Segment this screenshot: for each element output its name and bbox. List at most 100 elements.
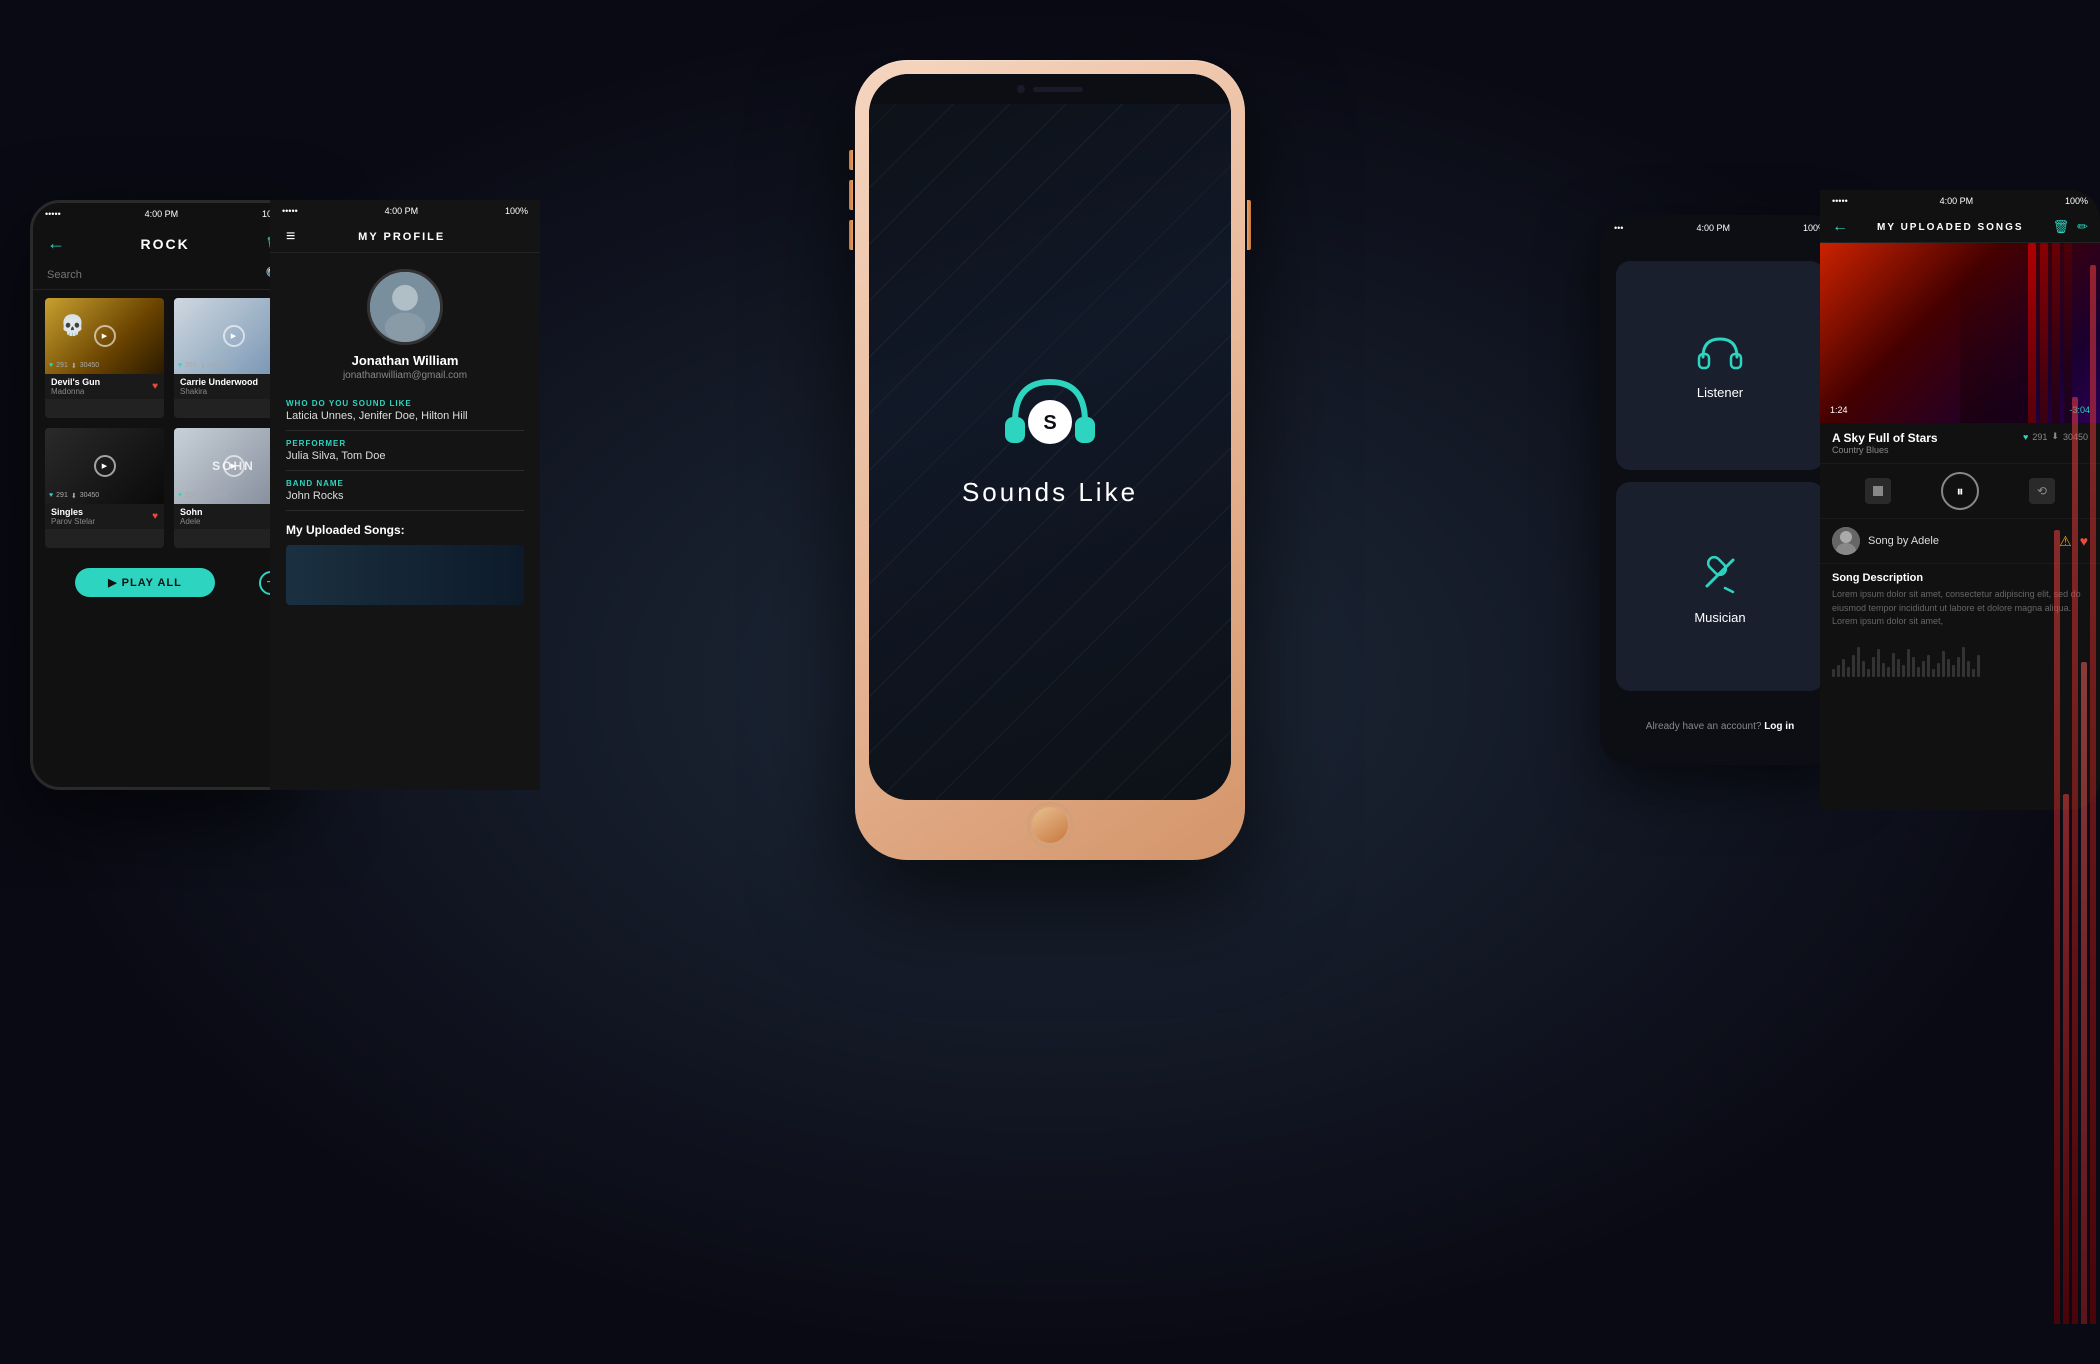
field-performer-label: PERFORMER (286, 439, 524, 448)
waveform-bar (1897, 659, 1900, 677)
uploaded-songs-title: MY UPLOADED SONGS (1877, 222, 2024, 233)
uploaded-songs-label: My Uploaded Songs: (286, 523, 524, 537)
home-button-inner (1032, 807, 1068, 843)
artist-avatar (1832, 527, 1860, 555)
profile-avatar (367, 269, 443, 345)
profile-name: Jonathan William (352, 353, 459, 368)
profile-avatar-section: Jonathan William jonathanwilliam@gmail.c… (270, 253, 540, 393)
parov-cover: ▶ ♥291⬇30450 (45, 428, 164, 504)
heart-icon[interactable]: ♥ (152, 381, 158, 392)
heart-icon[interactable]: ♥ (152, 511, 158, 522)
play-overlay: ▶ (94, 455, 116, 477)
card-stats: ♥291⬇30450 (178, 362, 228, 370)
waveform-bar (1892, 653, 1895, 677)
waveform-bar (1927, 655, 1930, 677)
field-performer-value: Julia Silva, Tom Doe (286, 450, 524, 471)
waveform-bar (1857, 647, 1860, 677)
play-overlay: ▶ (223, 455, 245, 477)
song-title: Singles (51, 507, 95, 517)
song-genre-detail: Country Blues (1832, 445, 1938, 455)
search-input[interactable] (47, 269, 266, 281)
back-button-right[interactable]: ← (1832, 218, 1848, 236)
playlist-title: ROCK (140, 236, 189, 252)
field-band-label: BAND NAME (286, 479, 524, 488)
app-logo: S (995, 367, 1105, 457)
status-bar-profile: ••••• 4:00 PM 100% (270, 200, 540, 222)
song-name-detail: A Sky Full of Stars (1832, 431, 1938, 445)
waveform-bar (1847, 667, 1850, 677)
waveform-bar (1952, 665, 1955, 677)
status-time-profile: 4:00 PM (385, 206, 419, 216)
song-card-devils-gun[interactable]: ▶ ♥291⬇30450 Devil's Gun Madonna ♥ (45, 298, 164, 418)
waveform-bar (1842, 659, 1845, 677)
musician-label: Musician (1694, 610, 1745, 625)
home-button-area (869, 800, 1231, 850)
stop-button[interactable] (1865, 478, 1891, 504)
already-account-row: Already have an account? Log in (1600, 711, 1840, 742)
phone-camera-area (869, 74, 1231, 104)
waveform-bar (1912, 657, 1915, 677)
waveform-bar (1922, 661, 1925, 677)
field-band-value: John Rocks (286, 490, 524, 511)
waveform-bar (1907, 649, 1910, 677)
status-battery-profile: 100% (505, 206, 528, 216)
waveform-bar (1932, 669, 1935, 677)
status-time-roles: 4:00 PM (1696, 223, 1730, 233)
waveform-bar (1832, 669, 1835, 677)
waveform-bar (1917, 667, 1920, 677)
role-cards-container: Listener Musician (1600, 241, 1840, 711)
songs-preview (286, 545, 524, 605)
song-artist: Parov Stelar (51, 517, 95, 526)
logo-container: S Sounds Like (962, 367, 1138, 508)
waveform-bar (1902, 665, 1905, 677)
pause-button[interactable]: ⏸ (1941, 472, 1979, 510)
profile-fields: WHO DO YOU SOUND LIKE Laticia Unnes, Jen… (270, 399, 540, 511)
silent-switch[interactable] (849, 150, 853, 170)
volume-up-button[interactable] (849, 180, 853, 210)
song-card-singles[interactable]: ▶ ♥291⬇30450 Singles Parov Stelar ♥ (45, 428, 164, 548)
profile-email: jonathanwilliam@gmail.com (343, 370, 467, 381)
rock-header: ← ROCK 🗑 (33, 225, 297, 262)
volume-down-button[interactable] (849, 220, 853, 250)
already-account-text: Already have an account? (1646, 721, 1762, 732)
play-overlay: ▶ (94, 325, 116, 347)
song-title: Devil's Gun (51, 377, 100, 387)
waveform-bar (1937, 663, 1940, 677)
listener-label: Listener (1697, 385, 1743, 400)
power-button[interactable] (1247, 200, 1251, 250)
waveform-bar (1837, 665, 1840, 677)
far-right-decoration (2050, 0, 2100, 1364)
search-bar: 🔍 (33, 262, 297, 290)
waveform-bar (1887, 667, 1890, 677)
cover-time-left: 1:24 (1830, 405, 1848, 415)
waveform-bar (1967, 661, 1970, 677)
login-link[interactable]: Log in (1764, 721, 1794, 732)
musician-card[interactable]: Musician (1616, 482, 1824, 691)
waveform-bar (1882, 663, 1885, 677)
waveform-bar (1972, 669, 1975, 677)
status-dots-left: ••••• (45, 209, 61, 219)
waveform-bar (1947, 659, 1950, 677)
headphone-icon (1695, 331, 1745, 373)
waveform-bar (1877, 649, 1880, 677)
song-artist: Adele (180, 517, 203, 526)
status-dots-profile: ••••• (282, 206, 298, 216)
song-by-label: Song by Adele (1868, 535, 1939, 547)
devils-gun-cover: ▶ ♥291⬇30450 (45, 298, 164, 374)
uploaded-songs-section: My Uploaded Songs: (270, 511, 540, 613)
waveform-bar (1862, 661, 1865, 677)
waveform-bar (1872, 657, 1875, 677)
waveform-bar (1957, 657, 1960, 677)
waveform-bar (1942, 651, 1945, 677)
avatar-image (370, 269, 440, 345)
hamburger-menu[interactable]: ≡ (286, 228, 295, 246)
listener-card[interactable]: Listener (1616, 261, 1824, 470)
home-button[interactable] (1027, 802, 1073, 848)
card-stats: ♥291⬇30450 (178, 492, 228, 500)
song-artist: Shakira (180, 387, 258, 396)
speaker-grill (1033, 87, 1083, 92)
play-all-button[interactable]: ▶ PLAY ALL (75, 568, 215, 597)
status-bar-roles: ••• 4:00 PM 100% (1600, 215, 1840, 241)
back-button[interactable]: ← (47, 233, 65, 254)
status-time-left: 4:00 PM (145, 209, 179, 219)
